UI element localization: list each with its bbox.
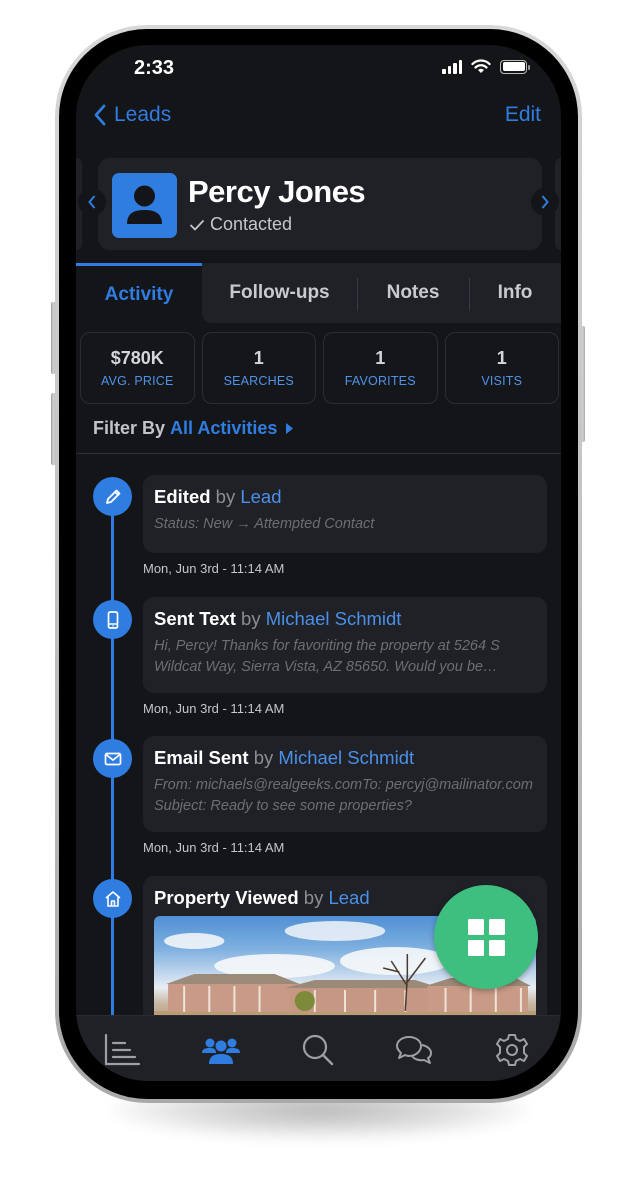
bottom-nav-leads[interactable] [199, 1030, 243, 1070]
stats-row: $780K AVG. PRICE 1 SEARCHES 1 FAVORITES … [80, 332, 559, 404]
stat-value: $780K [110, 348, 164, 368]
tab-activity[interactable]: Activity [76, 263, 202, 323]
users-icon [202, 1038, 240, 1064]
activity-action: Edited [154, 486, 211, 507]
chevron-left-icon [94, 104, 106, 126]
activity-filter[interactable]: Filter By All Activities [93, 418, 294, 439]
tab-bar: Activity Follow-ups Notes Info [76, 263, 561, 323]
chevron-left-icon [88, 195, 96, 209]
profile-carousel: Percy Jones Contacted [76, 155, 561, 251]
activity-title: Email Sent by Michael Schmidt [154, 747, 536, 769]
status-bar: 2:33 [76, 45, 561, 93]
activity-card[interactable]: Edited by Lead Status: New → Attempted C… [143, 475, 547, 553]
tab-separator [357, 278, 358, 311]
quick-actions-fab[interactable] [434, 885, 538, 989]
signal-icon [442, 59, 462, 74]
activity-action: Email Sent [154, 747, 249, 768]
activity-title: Edited by Lead [154, 486, 536, 508]
activity-actor-link[interactable]: Lead [328, 887, 369, 908]
activity-timestamp: Mon, Jun 3rd - 11:14 AM [143, 701, 285, 716]
activity-body: From: michaels@realgeeks.comTo: percyj@m… [154, 777, 533, 814]
chat-bubbles-icon [396, 1036, 432, 1064]
avatar [112, 173, 177, 238]
activity-title: Sent Text by Michael Schmidt [154, 608, 536, 630]
lead-name: Percy Jones [188, 174, 366, 209]
tab-info-label: Info [497, 282, 533, 303]
house-icon [93, 879, 132, 918]
bottom-nav-messages[interactable] [392, 1030, 436, 1070]
search-icon [302, 1034, 334, 1066]
envelope-icon [93, 739, 132, 778]
stat-value: 1 [496, 348, 507, 368]
edit-button[interactable]: Edit [505, 103, 541, 127]
stat-avg-price[interactable]: $780K AVG. PRICE [80, 332, 195, 404]
tab-activity-label: Activity [104, 283, 174, 305]
stat-value: 1 [375, 348, 386, 368]
activity-action: Property Viewed [154, 887, 299, 908]
pencil-icon [93, 477, 132, 516]
stat-favorites[interactable]: 1 FAVORITES [323, 332, 438, 404]
activity-by: by [253, 747, 274, 768]
tab-info[interactable]: Info [469, 263, 561, 323]
phone-bezel: 2:33 Leads Edit Percy Jones Contacted Ac… [59, 29, 578, 1099]
battery-icon [500, 59, 530, 74]
activity-by: by [215, 486, 236, 507]
status-time: 2:33 [134, 57, 175, 79]
bottom-nav-activity[interactable] [100, 1030, 144, 1070]
previous-lead-button[interactable] [78, 188, 106, 216]
phone-icon [93, 600, 132, 639]
filter-value: All Activities [170, 418, 278, 438]
bottom-nav-settings[interactable] [490, 1030, 534, 1070]
grid-icon [467, 918, 505, 956]
activity-by: by [303, 887, 324, 908]
activity-actor-link[interactable]: Michael Schmidt [266, 608, 402, 629]
tab-group: Follow-ups Notes Info [202, 263, 561, 323]
back-label: Leads [114, 103, 172, 126]
stat-visits[interactable]: 1 VISITS [444, 332, 559, 404]
tab-separator [469, 278, 470, 311]
activity-actor-link[interactable]: Michael Schmidt [278, 747, 414, 768]
activity-card[interactable]: Email Sent by Michael Schmidt From: mich… [143, 736, 547, 832]
stat-label: VISITS [481, 374, 523, 388]
bottom-tab-bar [76, 1015, 561, 1081]
stat-searches[interactable]: 1 SEARCHES [201, 332, 316, 404]
stat-label: SEARCHES [223, 374, 294, 388]
phone-frame: 2:33 Leads Edit Percy Jones Contacted Ac… [55, 25, 582, 1103]
activity-body: Hi, Percy! Thanks for favoriting the pro… [154, 638, 500, 675]
wifi-icon [471, 59, 491, 73]
profile-card: Percy Jones Contacted [98, 158, 542, 250]
lead-status: Contacted [189, 214, 292, 235]
filter-label: Filter By [93, 418, 166, 438]
person-icon [127, 185, 162, 224]
tab-notes[interactable]: Notes [357, 263, 469, 323]
activity-card[interactable]: Sent Text by Michael Schmidt Hi, Percy! … [143, 597, 547, 693]
bottom-nav-search[interactable] [296, 1030, 340, 1070]
activity-timestamp: Mon, Jun 3rd - 11:14 AM [143, 561, 285, 576]
stat-label: FAVORITES [344, 374, 416, 388]
activity-action: Sent Text [154, 608, 236, 629]
activity-body: Status: New → Attempted Contact [154, 516, 375, 532]
activity-timestamp: Mon, Jun 3rd - 11:14 AM [143, 840, 285, 855]
status-icons [442, 59, 530, 74]
tab-notes-label: Notes [386, 282, 440, 303]
stat-value: 1 [253, 348, 264, 368]
stat-label: AVG. PRICE [100, 374, 174, 388]
back-button[interactable]: Leads [94, 103, 171, 127]
tab-follow-ups[interactable]: Follow-ups [202, 263, 357, 323]
lead-status-label: Contacted [210, 214, 293, 234]
screen: 2:33 Leads Edit Percy Jones Contacted Ac… [76, 45, 561, 1081]
chevron-right-icon [541, 195, 549, 209]
next-lead-button[interactable] [531, 188, 559, 216]
activity-actor-link[interactable]: Lead [240, 486, 281, 507]
gear-icon [496, 1034, 528, 1066]
navigation-bar: Leads Edit [76, 103, 561, 143]
chart-list-icon [104, 1033, 141, 1066]
tab-follow-ups-label: Follow-ups [229, 282, 330, 303]
caret-right-icon [286, 423, 294, 434]
activity-by: by [241, 608, 261, 629]
checkmark-icon [189, 219, 205, 231]
divider [76, 453, 561, 454]
